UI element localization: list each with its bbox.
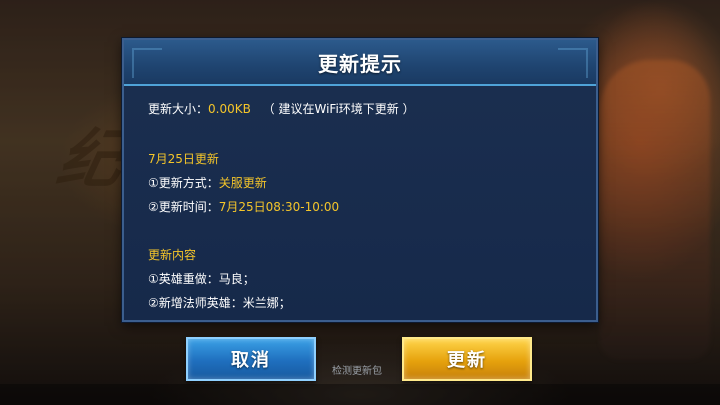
update-size-label: 更新大小： <box>148 102 209 116</box>
update-time-row: ②更新时间：7月25日08:30-10:00 <box>148 198 339 215</box>
content-item: ①英雄重做：马良； <box>148 272 255 286</box>
update-time-label: ②更新时间： <box>148 200 219 214</box>
check-update-package-link[interactable]: 检测更新包 <box>332 362 382 377</box>
footer-bar <box>0 384 720 405</box>
update-method-label: ①更新方式： <box>148 176 219 190</box>
update-time-value: 7月25日08:30-10:00 <box>218 200 340 214</box>
cancel-button[interactable]: 取消 <box>186 337 316 381</box>
update-method-row: ①更新方式：关服更新 <box>148 174 267 191</box>
update-dialog: 更新提示 更新大小：0.00KB （ 建议在WiFi环境下更新 ） 7月25日更… <box>122 38 598 322</box>
dialog-title: 更新提示 <box>318 51 402 76</box>
update-method-value: 关服更新 <box>218 176 267 190</box>
update-size-note: （ 建议在WiFi环境下更新 ） <box>262 102 415 116</box>
content-item: ②新增法师英雄：米兰娜； <box>148 296 291 310</box>
update-button[interactable]: 更新 <box>402 337 532 381</box>
dialog-header: 更新提示 <box>124 40 596 86</box>
update-size-value: 0.00KB <box>208 102 251 116</box>
schedule-title: 7月25日更新 <box>148 152 219 166</box>
update-size-row: 更新大小：0.00KB （ 建议在WiFi环境下更新 ） <box>148 100 415 117</box>
content-title: 更新内容 <box>148 248 197 262</box>
